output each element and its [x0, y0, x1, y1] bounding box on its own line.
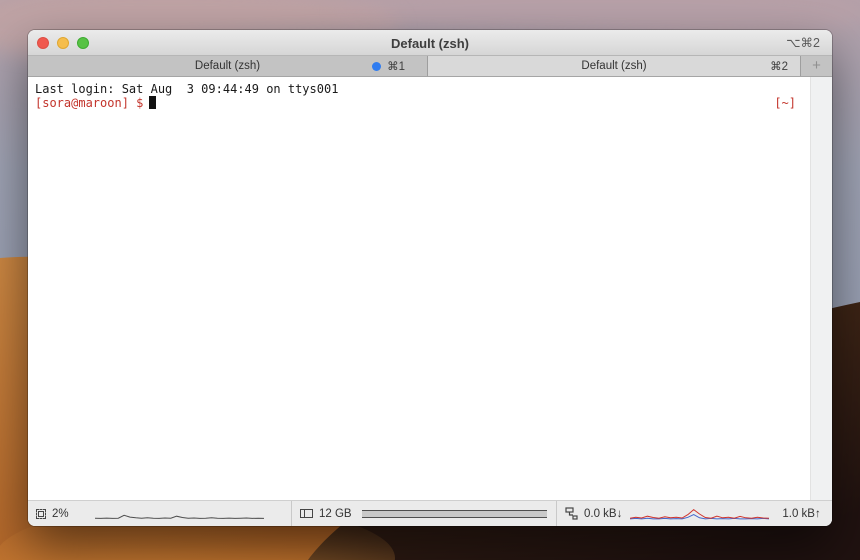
right-prompt: [~]	[774, 96, 796, 110]
window-title: Default (zsh)	[391, 36, 469, 51]
cpu-usage-sparkline	[94, 508, 265, 520]
cpu-usage-label: 2%	[52, 507, 69, 520]
prompt-line: [sora@maroon] $	[35, 96, 832, 110]
tab-shortcut-label: ⌘2	[770, 61, 788, 73]
window-titlebar[interactable]: Default (zsh) ⌥⌘2	[28, 30, 832, 56]
window-shortcut-label: ⌥⌘2	[786, 36, 820, 50]
new-tab-button[interactable]: +	[800, 56, 832, 76]
tab-default-zsh-1[interactable]: Default (zsh) ⌘1	[28, 56, 428, 76]
terminal-window: Default (zsh) ⌥⌘2 Default (zsh) ⌘1 Defau…	[28, 30, 832, 526]
shell-prompt: [sora@maroon] $	[35, 96, 144, 110]
tab-label: Default (zsh)	[194, 60, 261, 72]
network-status-section: 0.0 kB↓ 1.0 kB↑	[557, 501, 832, 526]
cpu-status-section: 2%	[28, 501, 292, 526]
terminal-block-cursor	[149, 96, 157, 109]
network-throughput-sparkline	[630, 508, 770, 520]
memory-status-section: 12 GB	[292, 501, 557, 526]
scrollbar-track[interactable]	[810, 77, 832, 500]
memory-usage-bar	[361, 509, 547, 518]
network-icon	[565, 507, 578, 520]
tab-label: Default (zsh)	[581, 60, 647, 72]
terminal-content-area[interactable]: Last login: Sat Aug 3 09:44:49 on ttys00…	[28, 77, 832, 500]
desktop-background: Default (zsh) ⌥⌘2 Default (zsh) ⌘1 Defau…	[0, 0, 860, 560]
last-login-line: Last login: Sat Aug 3 09:44:49 on ttys00…	[35, 82, 339, 96]
tab-shortcut-label: ⌘1	[387, 61, 405, 73]
tab-default-zsh-2[interactable]: Default (zsh) ⌘2	[428, 56, 800, 76]
activity-dot-icon	[372, 61, 382, 71]
cpu-chip-icon	[36, 508, 46, 519]
network-download-label: 0.0 kB↓	[584, 507, 623, 520]
network-upload-label: 1.0 kB↑	[782, 507, 821, 520]
status-bar: 2% 12 GB 0.0 kB↓ 1.0 kB↑	[28, 500, 832, 526]
memory-icon	[300, 509, 313, 518]
tab-bar: Default (zsh) ⌘1 Default (zsh) ⌘2 +	[28, 56, 832, 77]
memory-usage-label: 12 GB	[319, 507, 352, 520]
